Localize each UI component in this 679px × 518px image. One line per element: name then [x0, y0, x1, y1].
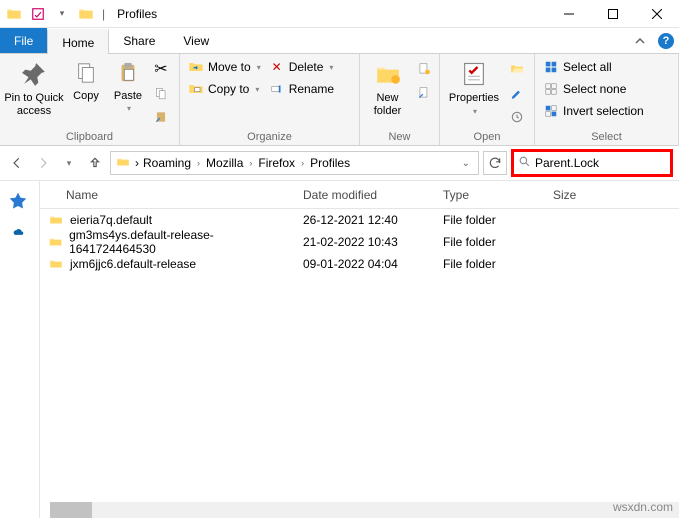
minimize-button[interactable]: [547, 0, 591, 28]
back-button[interactable]: [6, 152, 28, 174]
file-tab[interactable]: File: [0, 28, 47, 53]
column-size[interactable]: Size: [545, 181, 679, 208]
properties-button[interactable]: Properties ▾: [444, 56, 504, 126]
copy-icon: [74, 58, 98, 88]
window-title: Profiles: [117, 7, 157, 21]
scissors-icon: ✂: [154, 59, 167, 79]
select-none-button[interactable]: Select none: [539, 78, 630, 100]
invert-selection-button[interactable]: Invert selection: [539, 100, 648, 122]
search-box[interactable]: ✕: [511, 149, 673, 177]
paste-button[interactable]: Paste ▾: [108, 56, 148, 126]
properties-icon: [458, 58, 490, 90]
select-all-button[interactable]: Select all: [539, 56, 616, 78]
up-button[interactable]: [84, 152, 106, 174]
navigation-pane[interactable]: [0, 181, 40, 518]
history-button[interactable]: [506, 106, 528, 128]
breadcrumb-item[interactable]: Firefox›: [258, 156, 306, 170]
chevron-down-icon: ▾: [127, 104, 131, 113]
view-tab[interactable]: View: [169, 28, 223, 53]
file-type: File folder: [435, 257, 545, 271]
paste-icon: [116, 58, 140, 88]
folder-icon: [4, 4, 24, 24]
open-button[interactable]: [506, 58, 528, 80]
new-folder-icon: [372, 58, 404, 90]
home-tab[interactable]: Home: [47, 29, 109, 54]
search-icon: [518, 155, 531, 171]
folder-icon: [76, 4, 96, 24]
file-row[interactable]: gm3ms4ys.default-release-1641724464530 21…: [40, 231, 679, 253]
select-none-icon: [543, 81, 559, 97]
breadcrumb-item[interactable]: Mozilla›: [206, 156, 254, 170]
copy-path-button[interactable]: [150, 82, 172, 104]
group-label: Open: [444, 129, 530, 145]
folder-icon: [115, 155, 131, 172]
horizontal-scrollbar[interactable]: [50, 502, 679, 518]
maximize-button[interactable]: [591, 0, 635, 28]
onedrive-icon[interactable]: [8, 225, 32, 249]
file-name: gm3ms4ys.default-release-1641724464530: [69, 228, 287, 256]
copy-to-button[interactable]: Copy to▾: [184, 78, 265, 100]
edit-button[interactable]: [506, 82, 528, 104]
group-label: Organize: [184, 129, 355, 145]
breadcrumb-item[interactable]: Roaming›: [143, 156, 202, 170]
copy-button[interactable]: Copy: [66, 56, 106, 126]
file-type: File folder: [435, 235, 545, 249]
column-name[interactable]: Name: [40, 181, 295, 208]
collapse-ribbon-button[interactable]: [627, 28, 653, 53]
new-folder-button[interactable]: New folder: [364, 56, 411, 126]
title-separator: |: [102, 7, 105, 21]
help-button[interactable]: ?: [653, 28, 679, 53]
search-input[interactable]: [533, 155, 679, 171]
column-type[interactable]: Type: [435, 181, 545, 208]
select-all-icon: [543, 59, 559, 75]
file-name: jxm6jjc6.default-release: [70, 257, 196, 271]
file-date: 26-12-2021 12:40: [295, 213, 435, 227]
move-to-button[interactable]: Move to▾: [184, 56, 265, 78]
qat-save-icon[interactable]: [28, 4, 48, 24]
refresh-button[interactable]: [483, 151, 507, 175]
file-row[interactable]: jxm6jjc6.default-release 09-01-2022 04:04…: [40, 253, 679, 275]
file-date: 09-01-2022 04:04: [295, 257, 435, 271]
folder-icon: [48, 257, 64, 271]
column-headers[interactable]: Name Date modified Type Size: [40, 181, 679, 209]
rename-button[interactable]: Rename: [265, 78, 338, 100]
breadcrumb-item[interactable]: Profiles: [310, 156, 350, 170]
file-date: 21-02-2022 10:43: [295, 235, 435, 249]
share-tab[interactable]: Share: [109, 28, 169, 53]
chevron-right-icon[interactable]: ›: [135, 156, 139, 170]
scrollbar-thumb[interactable]: [50, 502, 92, 518]
new-item-button[interactable]: [413, 58, 435, 80]
group-label: New: [364, 129, 435, 145]
cut-button[interactable]: ✂: [150, 58, 172, 80]
forward-button[interactable]: [32, 152, 54, 174]
delete-button[interactable]: ✕ Delete▾: [265, 56, 338, 78]
folder-icon: [48, 213, 64, 227]
close-button[interactable]: [635, 0, 679, 28]
group-label: Select: [539, 129, 674, 145]
moveto-icon: [188, 59, 204, 75]
file-name: eieria7q.default: [70, 213, 152, 227]
easy-access-button[interactable]: [413, 82, 435, 104]
address-dropdown-icon[interactable]: ⌄: [458, 158, 474, 169]
invert-selection-icon: [543, 103, 559, 119]
quick-access-icon[interactable]: [8, 191, 32, 215]
pin-icon: [18, 58, 50, 90]
column-date[interactable]: Date modified: [295, 181, 435, 208]
group-label: Clipboard: [4, 129, 175, 145]
chevron-down-icon: ▾: [473, 107, 477, 116]
watermark: wsxdn.com: [613, 500, 673, 514]
qat-dropdown-icon[interactable]: ▾: [52, 4, 72, 24]
delete-icon: ✕: [269, 59, 285, 75]
copyto-icon: [188, 81, 204, 97]
file-type: File folder: [435, 213, 545, 227]
folder-icon: [48, 235, 63, 249]
pin-quick-access-button[interactable]: Pin to Quick access: [4, 56, 64, 126]
rename-icon: [269, 81, 285, 97]
recent-locations-button[interactable]: ▾: [58, 152, 80, 174]
address-bar[interactable]: › Roaming› Mozilla› Firefox› Profiles ⌄: [110, 151, 479, 175]
paste-shortcut-button[interactable]: [150, 106, 172, 128]
